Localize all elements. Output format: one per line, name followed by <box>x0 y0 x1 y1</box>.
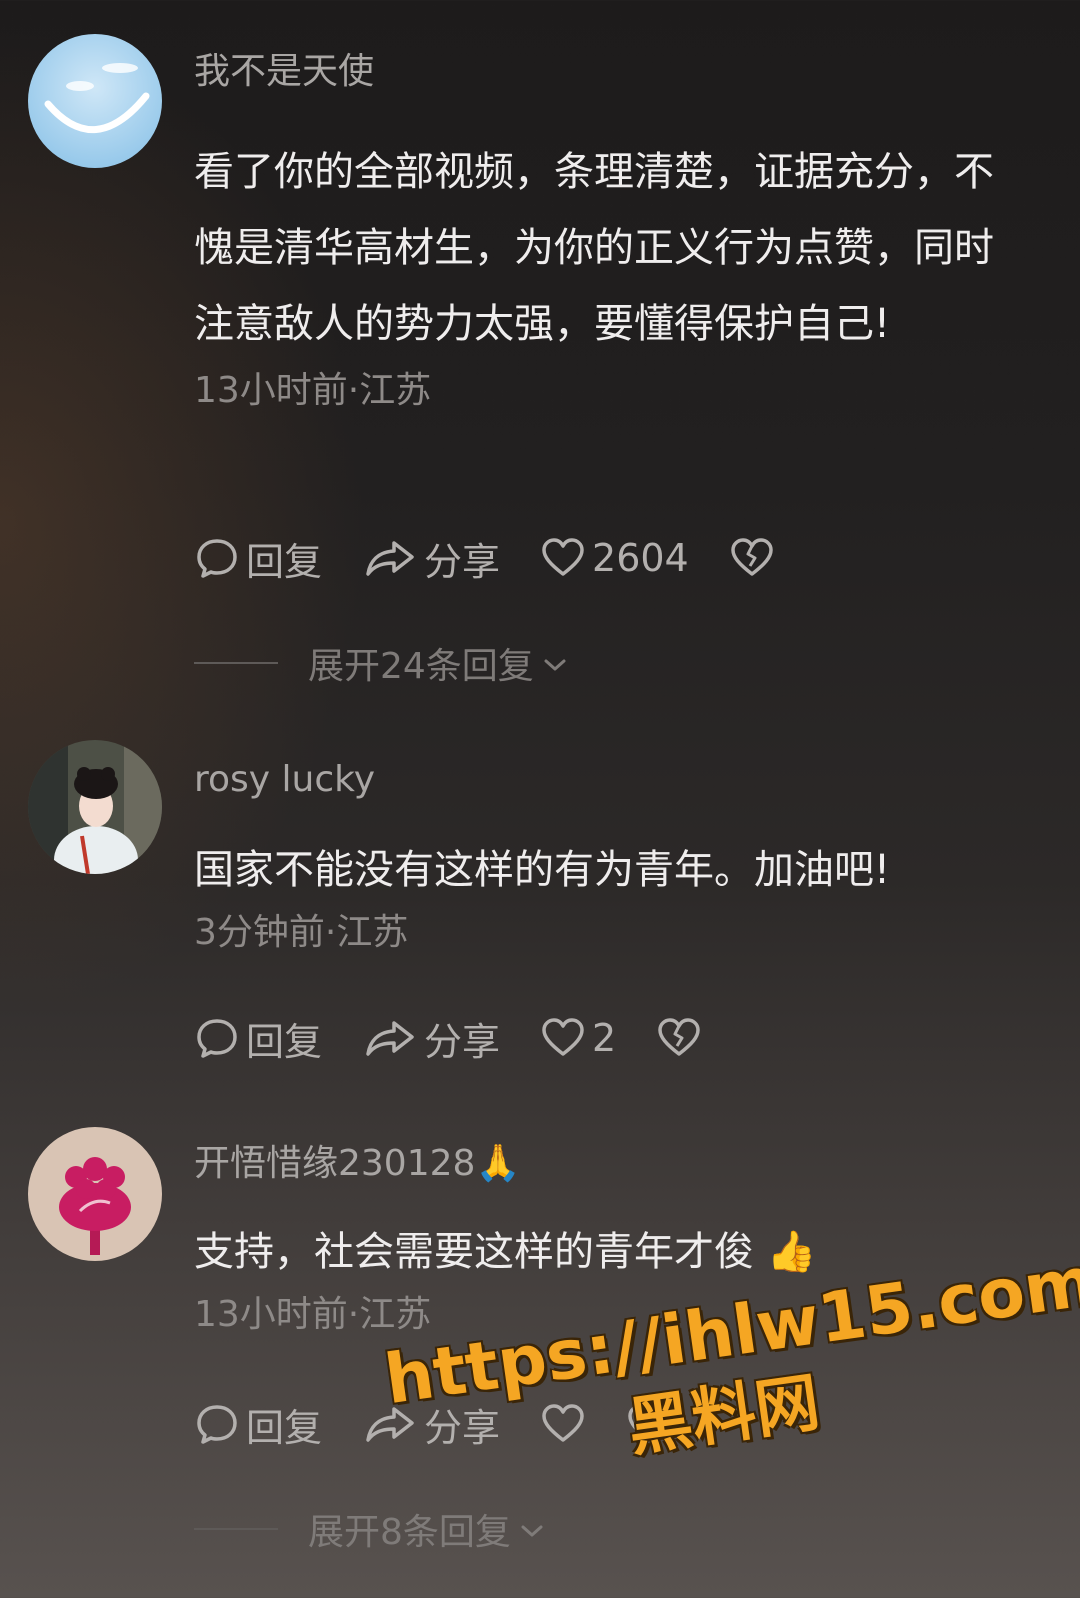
chevron-down-icon <box>542 643 568 684</box>
expand-label: 展开8条回复 <box>308 1512 511 1553</box>
reply-label: 回复 <box>246 1019 323 1064</box>
dislike-button[interactable] <box>656 1010 702 1066</box>
heart-icon <box>540 1015 586 1061</box>
share-label: 分享 <box>424 1405 501 1450</box>
username[interactable]: 我不是天使 <box>194 48 1014 96</box>
praying-hands-emoji: 🙏 <box>475 1143 521 1184</box>
like-button[interactable]: 2604 <box>540 530 689 586</box>
broken-heart-icon <box>729 535 775 581</box>
share-button[interactable]: 分享 <box>362 1010 500 1066</box>
share-label: 分享 <box>424 1019 501 1064</box>
reply-label: 回复 <box>246 539 323 584</box>
avatar[interactable] <box>28 740 162 874</box>
like-button[interactable] <box>540 1396 586 1452</box>
comment-text: 国家不能没有这样的有为青年。加油吧! <box>194 847 891 893</box>
share-button[interactable]: 分享 <box>362 1396 500 1452</box>
avatar[interactable] <box>28 1127 162 1261</box>
comment-actions: 回复 分享 2 <box>194 1010 742 1066</box>
comment-icon <box>194 1401 240 1447</box>
timestamp-location: 3分钟前·江苏 <box>194 912 409 953</box>
share-icon <box>362 535 418 581</box>
share-icon <box>362 1401 418 1447</box>
share-label: 分享 <box>424 539 501 584</box>
timestamp-location: 13小时前·江苏 <box>194 1294 432 1335</box>
broken-heart-icon <box>656 1015 702 1061</box>
broken-heart-icon <box>626 1401 672 1447</box>
heart-icon <box>540 1401 586 1447</box>
expand-replies-button[interactable]: 展开8条回复 <box>194 1504 545 1554</box>
reply-button[interactable]: 回复 <box>194 530 322 586</box>
like-button[interactable]: 2 <box>540 1010 616 1066</box>
thumbs-up-emoji: 👍 <box>766 1229 817 1275</box>
divider-line <box>194 662 278 664</box>
share-button[interactable]: 分享 <box>362 530 500 586</box>
timestamp-location: 13小时前·江苏 <box>194 370 432 411</box>
reply-button[interactable]: 回复 <box>194 1010 322 1066</box>
reply-label: 回复 <box>246 1405 323 1450</box>
like-count: 2604 <box>592 536 689 580</box>
share-icon <box>362 1015 418 1061</box>
dislike-button[interactable] <box>729 530 775 586</box>
comment-text-body: 支持，社会需要这样的青年才俊 <box>194 1229 754 1275</box>
chevron-down-icon <box>519 1509 545 1550</box>
username[interactable]: 开悟惜缘230128🙏 <box>194 1140 1014 1188</box>
dislike-button[interactable] <box>626 1396 672 1452</box>
heart-icon <box>540 535 586 581</box>
comment-actions: 回复 分享 <box>194 1396 712 1452</box>
avatar[interactable] <box>28 34 162 168</box>
comment-icon <box>194 535 240 581</box>
like-count: 2 <box>592 1016 617 1060</box>
username-text: 开悟惜缘230128 <box>194 1143 476 1184</box>
reply-button[interactable]: 回复 <box>194 1396 322 1452</box>
comment-text: 看了你的全部视频，条理清楚，证据充分，不愧是清华高材生，为你的正义行为点赞，同时… <box>194 149 994 347</box>
divider-line <box>194 1528 278 1530</box>
comment-icon <box>194 1015 240 1061</box>
expand-replies-button[interactable]: 展开24条回复 <box>194 638 568 688</box>
username[interactable]: rosy lucky <box>194 756 1014 804</box>
expand-label: 展开24条回复 <box>308 646 534 687</box>
comment-text: 支持，社会需要这样的青年才俊 👍 <box>194 1214 1014 1290</box>
comment-actions: 回复 分享 2604 <box>194 530 815 586</box>
